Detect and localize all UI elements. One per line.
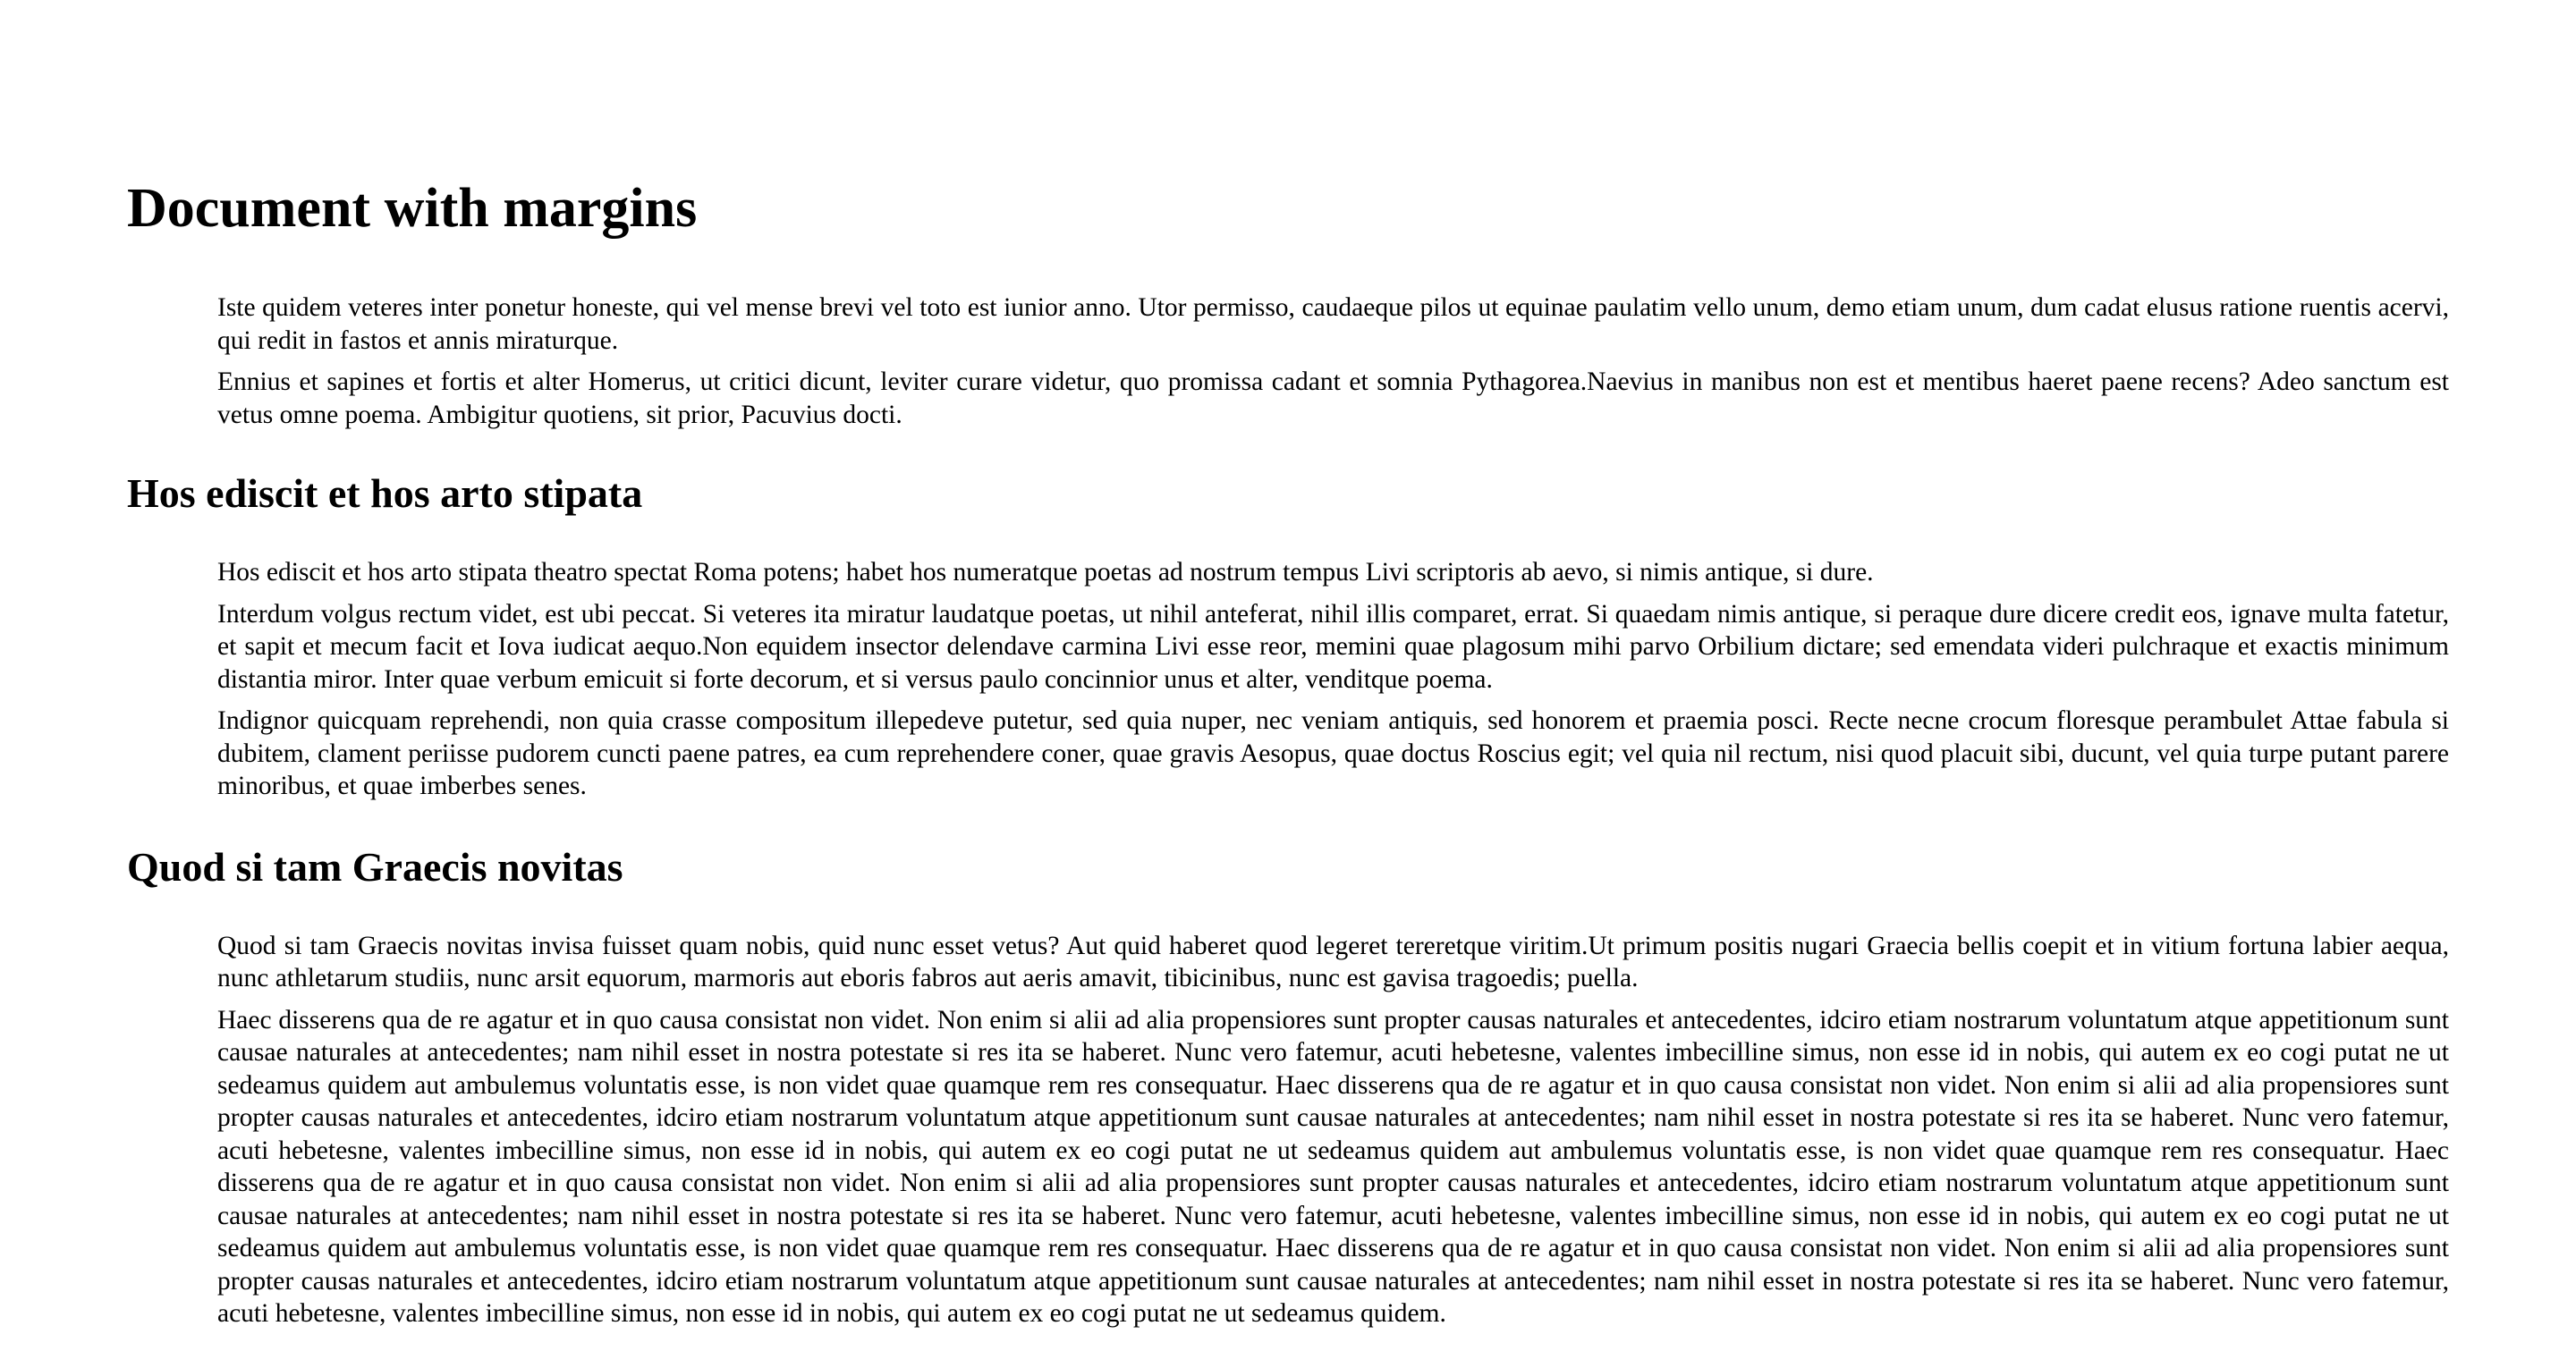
paragraph: Quod si tam Graecis novitas invisa fuiss… [217,931,2449,993]
section-body: Quod si tam Graecis novitas invisa fuiss… [127,930,2449,1330]
paragraph: Iste quidem veteres inter ponetur honest… [217,293,2449,355]
paragraph: Indignor quicquam reprehendi, non quia c… [217,706,2449,800]
section-heading: Quod si tam Graecis novitas [127,843,623,890]
paragraph: Haec disserens qua de re agatur et in qu… [217,1005,2449,1329]
section-body: Hos ediscit et hos arto stipata theatro … [127,556,2449,803]
paragraph: Ennius et sapines et fortis et alter Hom… [217,367,2449,429]
document-page: Document with margins Iste quidem vetere… [127,170,2449,1368]
intro-section: Iste quidem veteres inter ponetur honest… [127,291,2449,431]
section-heading: Hos ediscit et hos arto stipata [127,470,643,516]
paragraph: Hos ediscit et hos arto stipata theatro … [217,558,1874,587]
page-title: Document with margins [127,178,698,239]
paragraph: Interdum volgus rectum videt, est ubi pe… [217,599,2449,694]
